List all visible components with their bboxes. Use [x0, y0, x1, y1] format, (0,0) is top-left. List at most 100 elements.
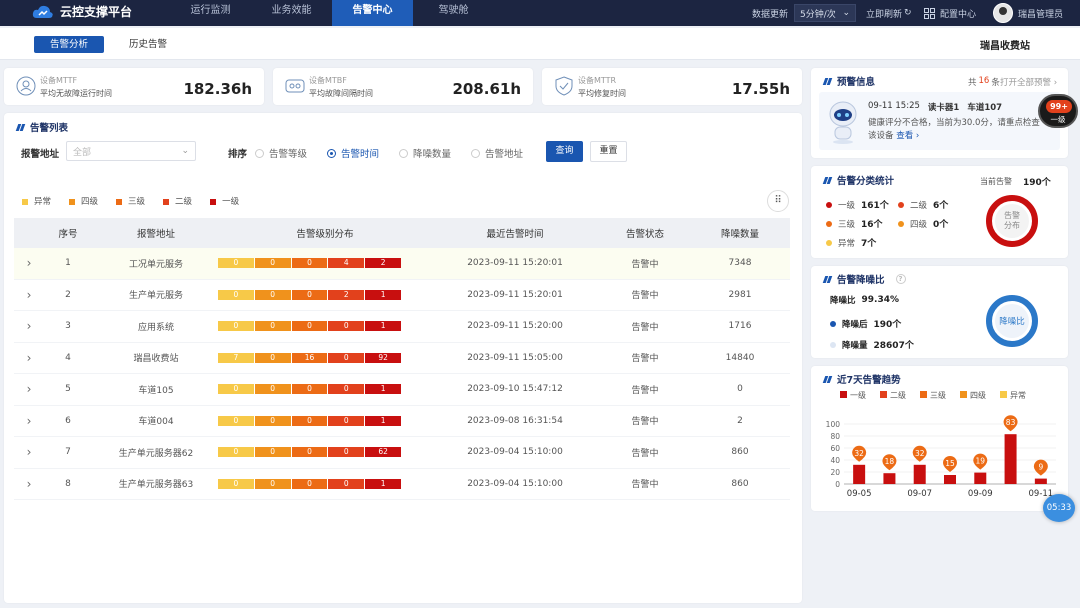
- sort-radio-level[interactable]: 告警等级: [255, 146, 307, 160]
- row-level-bar: 00001: [218, 384, 430, 395]
- refresh-interval-select[interactable]: 5分钟/次 ⌄: [794, 4, 856, 22]
- refresh-now-button[interactable]: 立即刷新 ↻: [866, 0, 912, 26]
- query-button[interactable]: 查询: [546, 141, 583, 162]
- row-count: 0: [737, 384, 743, 395]
- sort-radio-noise[interactable]: 降噪数量: [399, 146, 451, 160]
- table-row[interactable]: › 7 生产单元服务器62 0 0 0 0 62 2023-09-04 15:10:00 告警中 8…: [14, 437, 790, 469]
- level-count-cell: 0: [254, 384, 291, 395]
- noise-header: 告警降噪比 ?: [823, 272, 906, 286]
- table-row[interactable]: › 8 生产单元服务器63 0 0 0 0 1 2023-09-04 15:10:00 告警中 86…: [14, 469, 790, 500]
- expand-chevron-icon[interactable]: ›: [14, 414, 44, 428]
- table-row[interactable]: › 3 应用系统 0 0 0 0 1 2023-09-11 15:20:00 告警中 1716: [14, 311, 790, 343]
- kpi-desc: 平均修复时间: [578, 89, 626, 98]
- help-icon[interactable]: ?: [895, 274, 906, 284]
- row-address: 生产单元服务器62: [118, 448, 194, 459]
- table-row[interactable]: › 1 工况单元服务 0 0 0 4 2 2023-09-11 15:20:01 告警中 7348: [14, 248, 790, 280]
- nav-item-cockpit[interactable]: 驾驶舱: [413, 0, 494, 26]
- row-time: 2023-09-04 15:10:00: [467, 478, 563, 489]
- nav-item-efficiency[interactable]: 业务效能: [251, 0, 332, 26]
- trend-bar: [1034, 478, 1047, 484]
- kpi-value: 17.55h: [731, 80, 790, 98]
- expand-chevron-icon[interactable]: ›: [14, 445, 44, 459]
- legend-swatch: [960, 391, 967, 398]
- level-count-cell: 0: [328, 478, 365, 489]
- refresh-label: 数据更新: [752, 9, 789, 20]
- expand-chevron-icon[interactable]: ›: [14, 351, 44, 365]
- section-marker-icon: [823, 275, 832, 284]
- row-level-bar: 00001: [218, 321, 430, 332]
- radio-label: 告警等级: [269, 149, 308, 160]
- kpi-card-mtbf: 设备MTBF 平均故障间隔时间 208.61h: [273, 68, 533, 105]
- row-level-bar: 00021: [218, 289, 430, 300]
- level-legend: 异常 四级 三级 二级 一级: [22, 195, 239, 207]
- link-icon: [285, 79, 305, 93]
- expand-chevron-icon[interactable]: ›: [14, 319, 44, 333]
- column-settings-button[interactable]: ⠿: [767, 190, 789, 212]
- expand-chevron-icon[interactable]: ›: [14, 382, 44, 396]
- address-select[interactable]: 全部 ⌄: [66, 141, 196, 161]
- row-level-bar: 7 0 16 0 92: [218, 352, 430, 363]
- reset-button[interactable]: 重置: [590, 141, 627, 162]
- user-menu[interactable]: 瑞昌管理员: [993, 0, 1063, 26]
- expand-chevron-icon[interactable]: ›: [14, 256, 44, 270]
- level-count-cell: 1: [365, 321, 401, 332]
- donut-label-1: 告警: [1004, 210, 1020, 220]
- current-alarm-label: 当前告警: [980, 177, 1012, 186]
- table-row[interactable]: › 4 瑞昌收费站 7 0 16 0 92 2023-09-11 15:05:00 告警中 1484…: [14, 343, 790, 374]
- level-count-cell: 92: [365, 352, 401, 363]
- radio-label: 降噪数量: [413, 149, 452, 160]
- nav-item-monitor[interactable]: 运行监测: [170, 0, 251, 26]
- sort-radio-time[interactable]: 告警时间: [327, 146, 379, 160]
- row-level-bar: 0 0 0 0 62: [218, 447, 430, 458]
- y-tick-label: 40: [830, 456, 840, 465]
- tab-alarm-history[interactable]: 历史告警: [118, 36, 178, 53]
- section-marker-icon: [823, 375, 832, 384]
- open-all-warnings-link[interactable]: 打开全部预警 ›: [1000, 76, 1057, 88]
- level-count-cell: 0: [328, 352, 365, 363]
- row-count: 860: [731, 478, 749, 489]
- level-count-cell: 1: [365, 289, 401, 300]
- row-address: 生产单元服务器63: [118, 480, 194, 491]
- level-count-cell: 0: [291, 321, 328, 332]
- floating-clock-button[interactable]: 05:33: [1043, 494, 1075, 522]
- sub-bar: 告警分析 历史告警 瑞昌收费站: [0, 28, 1080, 60]
- level-count-cell: 7: [218, 352, 254, 363]
- kpi-card-mttr: 设备MTTR 平均修复时间 17.55h: [542, 68, 802, 105]
- level-count-cell: 0: [328, 447, 365, 458]
- table-row[interactable]: › 5 车道105 0 0 0 0 1 2023-09-10 15:47:12 告警中 0: [14, 374, 790, 406]
- kpi-card-mttf: 设备MTTF 平均无故障运行时间 182.36h: [4, 68, 264, 105]
- table-row[interactable]: › 6 车道004 0 0 0 0 1 2023-09-08 16:31:54 告警中 2: [14, 406, 790, 437]
- shield-icon: [555, 76, 573, 96]
- kpi-name: 设备MTBF: [309, 76, 347, 85]
- tab-alarm-analysis[interactable]: 告警分析: [34, 36, 104, 53]
- app-logo[interactable]: 云控支撑平台: [32, 3, 132, 20]
- data-label: 83: [1006, 418, 1016, 427]
- address-label: 报警地址: [21, 149, 60, 160]
- row-status: 告警中: [631, 259, 659, 270]
- config-center-button[interactable]: 配置中心: [924, 0, 976, 26]
- legend-swatch: [840, 391, 847, 398]
- x-tick-label: 09-07: [907, 489, 932, 499]
- legend-swatch: [880, 391, 887, 398]
- noise-ratio: 降噪比 99.34%: [830, 295, 900, 306]
- expand-chevron-icon[interactable]: ›: [14, 288, 44, 302]
- nav-item-alarm-center[interactable]: 告警中心: [332, 0, 413, 26]
- table-row[interactable]: › 2 生产单元服务 0 0 0 2 1 2023-09-11 15:20:01 告警中 2981: [14, 280, 790, 311]
- data-label: 18: [885, 457, 895, 466]
- level-count-cell: 1: [365, 415, 401, 426]
- main-nav: 运行监测 业务效能 告警中心 驾驶舱: [170, 0, 494, 26]
- level-count-cell: 0: [328, 384, 365, 395]
- sort-radio-address[interactable]: 告警地址: [471, 146, 523, 160]
- trend-bar: [883, 473, 896, 484]
- level-count-cell: 0: [291, 478, 328, 489]
- expand-chevron-icon[interactable]: ›: [14, 477, 44, 491]
- legend-item: 一级: [210, 195, 239, 207]
- alarm-badge-widget[interactable]: 99+ 一级: [1038, 94, 1078, 128]
- category-donut: 告警 分布: [986, 195, 1038, 247]
- row-time: 2023-09-10 15:47:12: [467, 384, 563, 395]
- view-link[interactable]: 查看 ›: [896, 131, 919, 141]
- warning-message: 健康评分不合格，当前为30.0分，请重点检查该设备 查看 ›: [868, 118, 1040, 141]
- stat-level-2: 二级 6个: [898, 198, 948, 211]
- row-time: 2023-09-11 15:20:01: [467, 258, 563, 269]
- level-count-cell: 0: [218, 384, 254, 395]
